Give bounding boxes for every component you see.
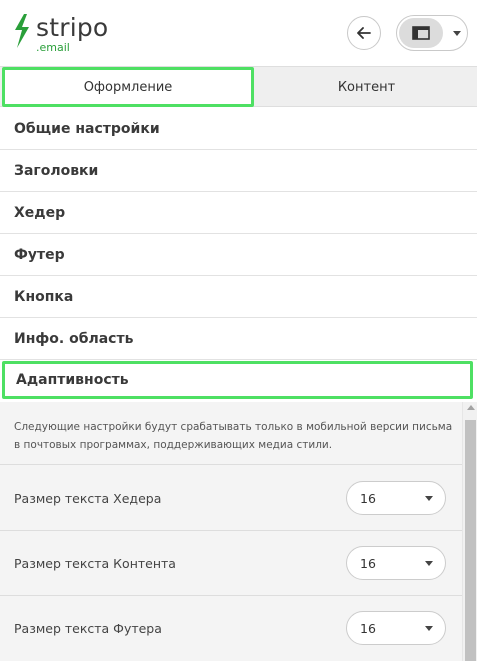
tab-bar: Оформление Контент [0, 66, 477, 107]
menu-item-headings[interactable]: Заголовки [0, 150, 477, 192]
header-text-size-label: Размер текста Хедера [14, 491, 162, 506]
stripo-logo[interactable]: stripo .email [12, 10, 122, 56]
logo-bolt-icon [15, 14, 29, 48]
menu-item-responsive[interactable]: Адаптивность [2, 361, 473, 399]
tab-design[interactable]: Оформление [2, 67, 254, 107]
menu-item-general[interactable]: Общие настройки [0, 108, 477, 150]
responsive-settings-panel: Следующие настройки будут срабатывать то… [0, 402, 462, 661]
header-text-size-select[interactable]: 16 [346, 481, 446, 515]
logo-subtitle: .email [36, 41, 70, 54]
logo-wordmark: stripo [36, 13, 109, 42]
arrow-left-icon [357, 27, 371, 39]
header: stripo .email [0, 0, 477, 66]
divider [0, 464, 462, 465]
content-text-size-select[interactable]: 16 [346, 546, 446, 580]
layout-dropdown-button[interactable] [447, 16, 467, 50]
header-text-size-value: 16 [360, 491, 376, 506]
menu-item-header[interactable]: Хедер [0, 192, 477, 234]
chevron-down-icon [425, 496, 433, 501]
footer-text-size-select[interactable]: 16 [346, 611, 446, 645]
responsive-note: Следующие настройки будут срабатывать то… [14, 421, 453, 451]
back-button[interactable] [347, 16, 381, 50]
footer-text-size-value: 16 [360, 621, 376, 636]
tab-content[interactable]: Контент [256, 67, 477, 107]
scrollbar-thumb[interactable] [465, 420, 476, 661]
content-text-size-value: 16 [360, 556, 376, 571]
scrollbar[interactable] [462, 402, 477, 661]
layout-panel-icon [412, 26, 430, 40]
divider [0, 595, 462, 596]
layout-button[interactable] [399, 18, 443, 48]
chevron-down-icon [453, 30, 461, 36]
menu-item-info-area[interactable]: Инфо. область [0, 318, 477, 360]
chevron-down-icon [425, 626, 433, 631]
content-text-size-label: Размер текста Контента [14, 556, 176, 571]
chevron-down-icon [425, 561, 433, 566]
settings-menu: Общие настройки Заголовки Хедер Футер Кн… [0, 108, 477, 360]
layout-toggle-group [396, 15, 468, 51]
menu-item-button[interactable]: Кнопка [0, 276, 477, 318]
footer-text-size-label: Размер текста Футера [14, 621, 162, 636]
scroll-up-arrow-icon[interactable] [467, 405, 475, 410]
menu-item-footer[interactable]: Футер [0, 234, 477, 276]
divider [0, 530, 462, 531]
